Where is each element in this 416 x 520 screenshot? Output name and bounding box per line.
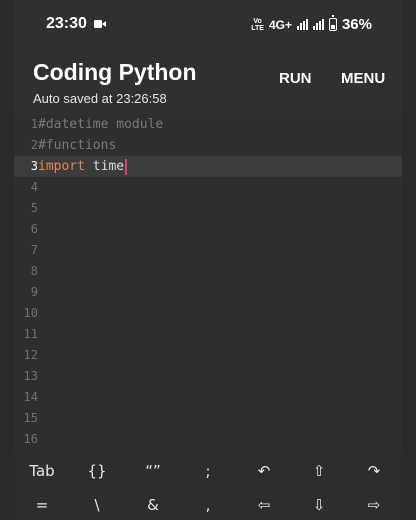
editor-line[interactable]: 10 [14, 303, 402, 324]
editor-line[interactable]: 1 #datetime module [14, 114, 402, 135]
ampersand-key[interactable]: & [128, 490, 178, 520]
line-number: 8 [30, 264, 38, 278]
editor-line[interactable]: 14 [14, 387, 402, 408]
comma-key[interactable]: , [183, 490, 233, 520]
editor-line[interactable]: 8 [14, 261, 402, 282]
equals-key[interactable]: = [17, 490, 67, 520]
editor-line[interactable]: 7 [14, 240, 402, 261]
line-number: 11 [23, 327, 38, 341]
line-number: 4 [30, 180, 38, 194]
line-number: 7 [30, 243, 38, 257]
line-number: 9 [30, 285, 38, 299]
editor-line[interactable]: 6 [14, 219, 402, 240]
arrow-right-icon[interactable]: ⇨ [349, 490, 399, 520]
signal-icon [296, 19, 308, 30]
line-number: 15 [23, 411, 38, 425]
braces-key[interactable]: {} [72, 456, 122, 486]
battery-percent: 36% [341, 16, 372, 33]
signal-icon-sim2 [312, 19, 324, 30]
editor-line[interactable]: 11 [14, 324, 402, 345]
quotes-key[interactable]: “” [128, 456, 178, 486]
editor-line[interactable]: 5 [14, 198, 402, 219]
page-title: Coding Python [33, 59, 197, 85]
editor-line[interactable]: 9 [14, 282, 402, 303]
line-number: 12 [23, 348, 38, 362]
undo-icon[interactable]: ↶ [239, 456, 289, 486]
editor-line-current[interactable]: 3 import time [14, 156, 402, 177]
line-number: 5 [30, 201, 38, 215]
code-editor[interactable]: 1 #datetime module 2 #functions 3 import… [14, 114, 402, 454]
status-time: 23:30 [46, 15, 87, 32]
editor-line[interactable]: 2 #functions [14, 135, 402, 156]
identifier-token: time [92, 159, 125, 174]
line-number: 14 [23, 390, 38, 404]
backslash-key[interactable]: \ [72, 490, 122, 520]
line-number: 10 [23, 306, 38, 320]
editor-line[interactable]: 15 [14, 408, 402, 429]
redo-icon[interactable]: ↷ [349, 456, 399, 486]
status-icons: Vo LTE 4G+ 36% [251, 15, 372, 33]
line-number: 1 [30, 117, 38, 131]
line-number: 6 [30, 222, 38, 236]
line-number: 3 [30, 159, 38, 173]
arrow-up-icon[interactable]: ⇧ [294, 456, 344, 486]
menu-button[interactable]: MENU [341, 70, 385, 87]
code-text[interactable]: #datetime module [38, 114, 163, 135]
editor-line[interactable]: 4 [14, 177, 402, 198]
autosave-status: Auto saved at 23:26:58 [33, 91, 167, 106]
status-bar: 23:30 Vo LTE 4G+ 36% [14, 0, 402, 52]
symbol-keyboard-bar: Tab {} “” ; ↶ ⇧ ↷ = \ & , ⇦ ⇩ ⇨ [14, 454, 402, 520]
semicolon-key[interactable]: ; [183, 456, 233, 486]
app-bar: Coding Python Auto saved at 23:26:58 RUN… [14, 52, 402, 112]
code-text[interactable]: import time [38, 156, 128, 177]
keyword-token: import [38, 159, 85, 174]
arrow-down-icon[interactable]: ⇩ [294, 490, 344, 520]
editor-line[interactable]: 16 [14, 429, 402, 450]
code-text[interactable]: #functions [38, 135, 116, 156]
phone-screen: 23:30 Vo LTE 4G+ 36% Coding Python Auto s… [14, 0, 402, 520]
editor-line[interactable]: 12 [14, 345, 402, 366]
video-recording-icon [94, 20, 106, 28]
text-cursor [125, 158, 128, 175]
battery-icon [328, 15, 337, 31]
run-button[interactable]: RUN [279, 70, 312, 87]
line-number: 16 [23, 432, 38, 446]
arrow-left-icon[interactable]: ⇦ [239, 490, 289, 520]
line-number: 13 [23, 369, 38, 383]
network-type: 4G+ [268, 17, 292, 32]
tab-key[interactable]: Tab [17, 456, 67, 486]
editor-line[interactable]: 13 [14, 366, 402, 387]
line-number: 2 [30, 138, 38, 152]
volte-icon: Vo LTE [251, 17, 264, 32]
